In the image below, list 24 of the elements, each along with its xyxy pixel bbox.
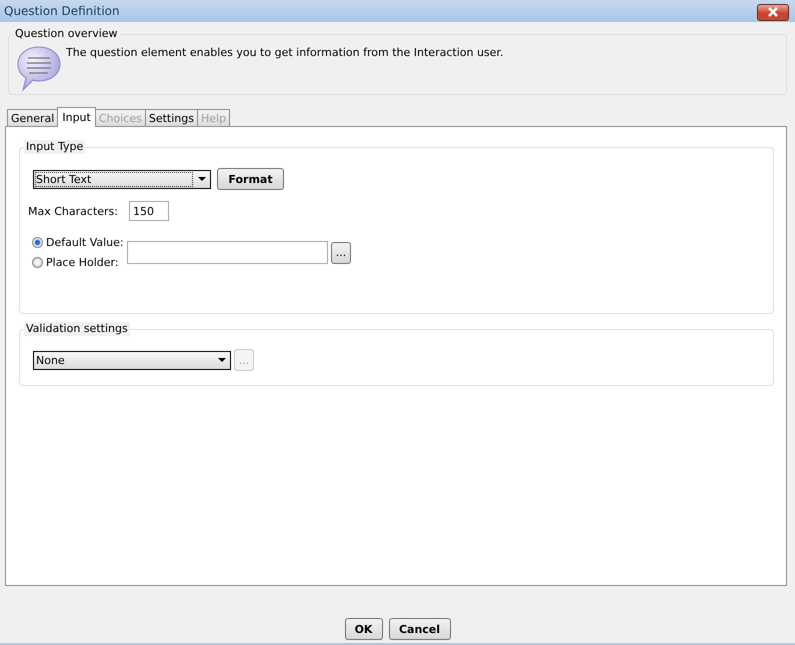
speech-bubble-icon (16, 44, 62, 92)
tab[interactable]: Settings (144, 109, 198, 126)
radio-option[interactable]: Default Value: (32, 236, 127, 249)
max-characters-field[interactable]: 150 (129, 201, 169, 221)
validation-dropdown[interactable]: None (33, 350, 231, 370)
tab[interactable]: Input (57, 107, 96, 127)
group-legend: Question overview (13, 27, 120, 41)
dropdown-arrow-icon (218, 358, 226, 362)
window-title: Question Definition (4, 4, 120, 18)
input-type-dropdown[interactable]: Short Text (33, 170, 211, 188)
tab[interactable]: General (7, 109, 58, 126)
dropdown-arrow-icon (198, 177, 206, 181)
ok-button[interactable]: OK (344, 618, 382, 640)
default-value-field[interactable] (127, 241, 328, 264)
cancel-button[interactable]: Cancel (388, 618, 450, 640)
browse-button[interactable]: ... (331, 242, 351, 264)
format-button[interactable]: Format (217, 168, 284, 190)
overview-text: The question element enables you to get information from the Interaction user. (66, 46, 504, 59)
radio-option[interactable]: Place Holder: (32, 256, 127, 269)
close-icon (767, 7, 779, 17)
group-legend: Input Type (24, 140, 86, 154)
group-legend: Validation settings (24, 322, 130, 336)
close-button[interactable] (757, 4, 789, 20)
field-label: Max Characters: (28, 204, 119, 218)
